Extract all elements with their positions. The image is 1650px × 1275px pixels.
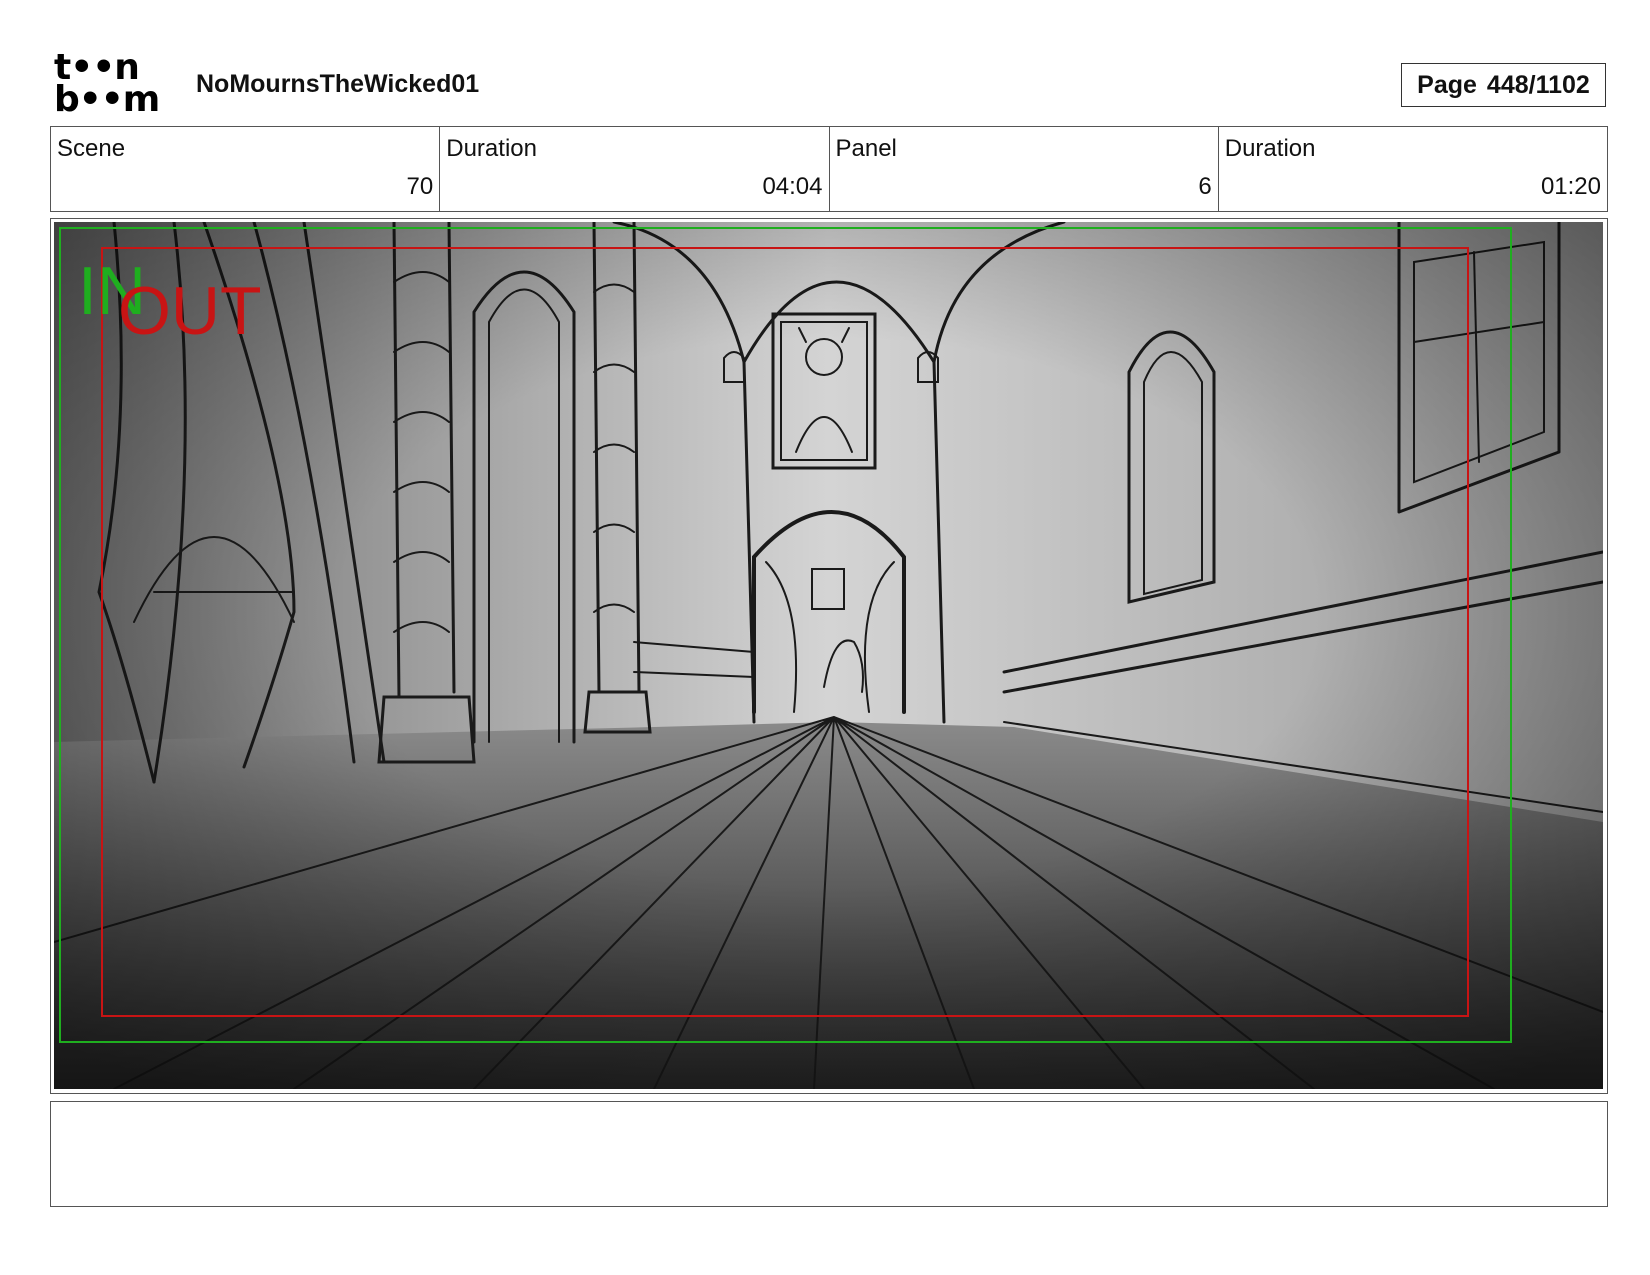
scene-value: 70	[406, 173, 434, 200]
panel-value: 6	[1198, 173, 1212, 200]
panel-info-table: Scene 70 Duration 04:04 Panel 6 Duration…	[50, 126, 1608, 212]
page-indicator: Page 448/1102	[1401, 63, 1606, 107]
scene-duration-value: 04:04	[762, 173, 823, 200]
panel-notes-box	[50, 1101, 1608, 1207]
page-value: 448/1102	[1486, 70, 1590, 99]
out-label: OUT	[118, 273, 262, 349]
panel-duration-value: 01:20	[1540, 173, 1601, 200]
panel-duration-cell: Duration 01:20	[1219, 127, 1607, 211]
scene-duration-label: Duration	[446, 135, 537, 162]
panel-duration-label: Duration	[1224, 135, 1316, 162]
storyboard-panel: IN OUT	[50, 218, 1608, 1094]
logo-line-2: b••m	[54, 79, 160, 120]
page-label: Page	[1417, 70, 1477, 99]
storyboard-sketch: IN OUT	[54, 222, 1603, 1089]
scene-label: Scene	[57, 135, 126, 162]
panel-label: Panel	[835, 135, 897, 162]
toonboom-logo: t••n b••m	[54, 50, 172, 120]
project-title: NoMournsTheWicked01	[196, 70, 480, 98]
scene-duration-cell: Duration 04:04	[440, 127, 830, 211]
panel-cell: Panel 6	[830, 127, 1219, 211]
scene-cell: Scene 70	[51, 127, 441, 211]
